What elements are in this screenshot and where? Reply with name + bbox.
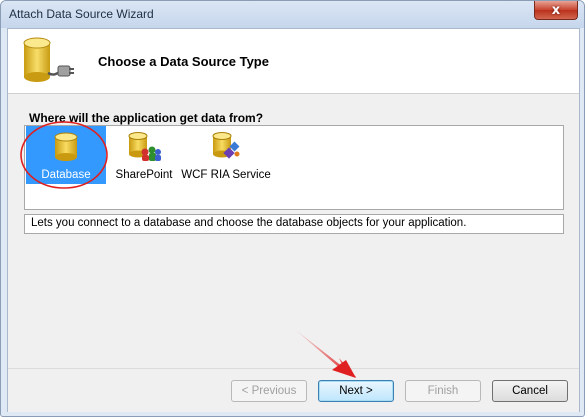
title-bar[interactable]: Attach Data Source Wizard x <box>1 1 584 28</box>
source-label: WCF RIA Service <box>181 169 271 181</box>
wcf-ria-service-icon <box>212 132 240 159</box>
source-label: SharePoint <box>115 169 173 181</box>
data-source-list: Database SharePoint WCF RIA Service <box>24 125 564 210</box>
close-button[interactable]: x <box>534 1 578 20</box>
page-title: Choose a Data Source Type <box>98 54 269 69</box>
next-button[interactable]: Next > <box>318 380 394 402</box>
window-title: Attach Data Source Wizard <box>9 7 154 21</box>
source-item-sharepoint[interactable]: SharePoint <box>111 126 177 184</box>
wizard-header: Choose a Data Source Type <box>8 29 579 94</box>
source-item-wcf-ria-service[interactable]: WCF RIA Service <box>180 126 272 184</box>
source-label: Database <box>41 169 91 181</box>
previous-button[interactable]: < Previous <box>231 380 307 402</box>
source-item-database[interactable]: Database <box>26 126 106 184</box>
sharepoint-icon <box>128 132 161 161</box>
source-description-box: Lets you connect to a database and choos… <box>24 214 564 234</box>
database-icon <box>54 132 78 161</box>
button-bar: < Previous Next > Finish Cancel <box>8 368 579 412</box>
wizard-client-area: Choose a Data Source Type Where will the… <box>7 28 580 412</box>
wizard-window: Attach Data Source Wizard x Choose a Dat… <box>0 0 585 417</box>
source-question-label: Where will the application get data from… <box>29 111 264 125</box>
cancel-button[interactable]: Cancel <box>492 380 568 402</box>
database-plug-icon <box>23 37 74 82</box>
finish-button[interactable]: Finish <box>405 380 481 402</box>
source-description: Lets you connect to a database and choos… <box>31 217 467 229</box>
close-icon: x <box>551 2 561 18</box>
